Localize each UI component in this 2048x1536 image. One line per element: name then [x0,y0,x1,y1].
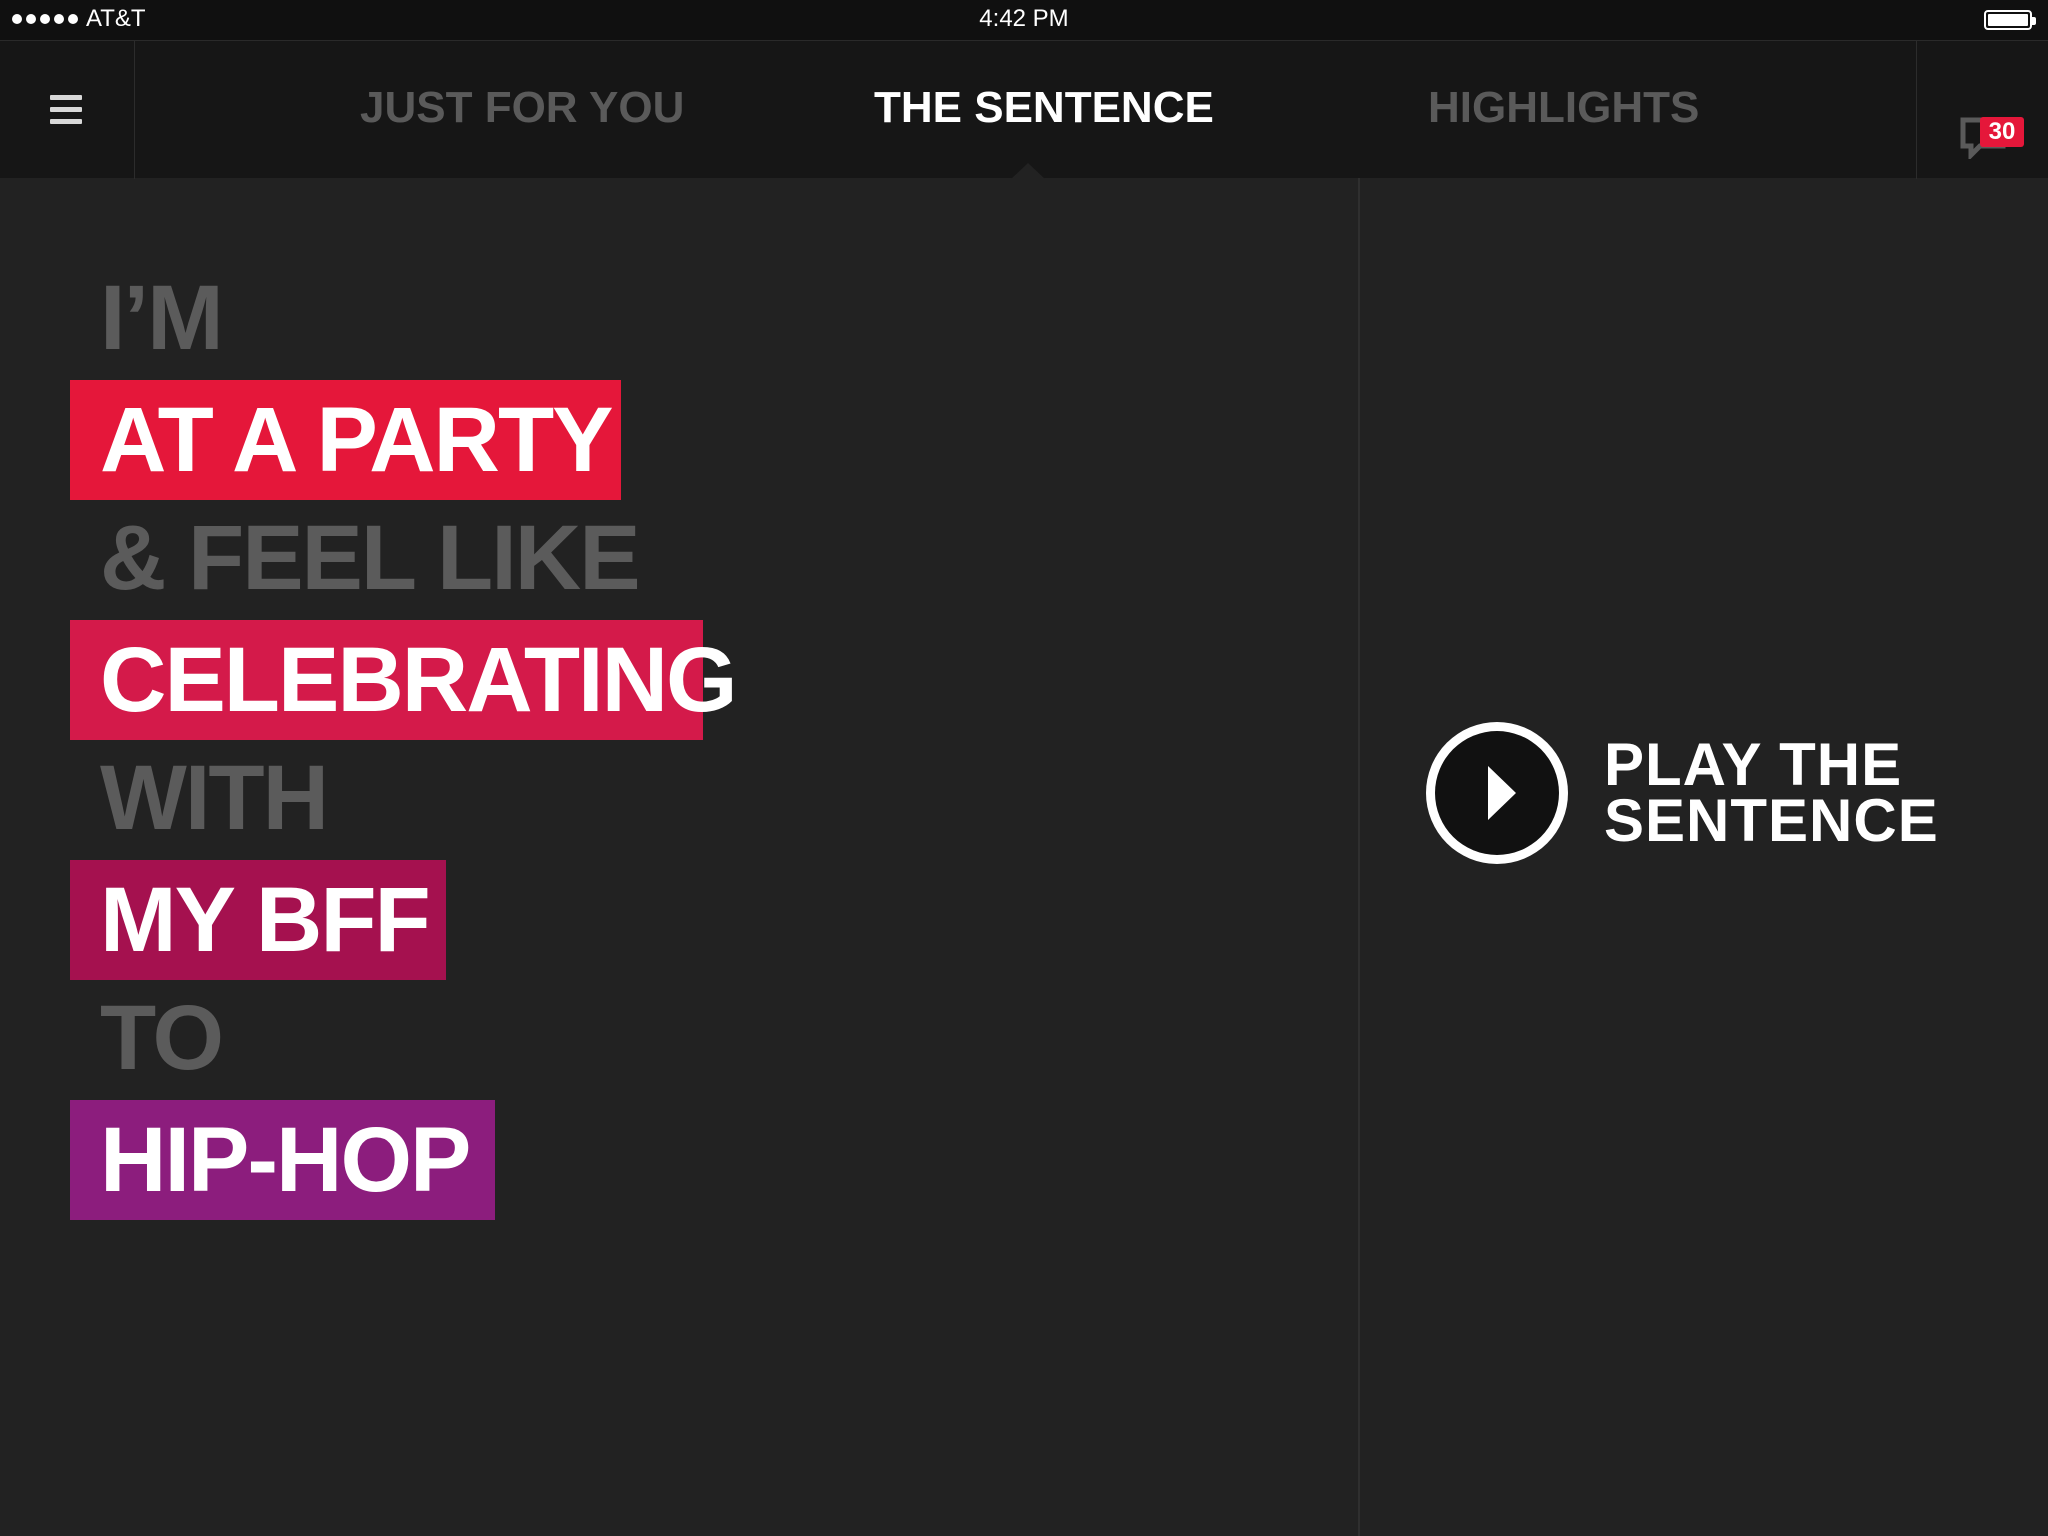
genre-option[interactable]: HIP-HOP [70,1100,495,1220]
active-tab-indicator [1010,163,1046,180]
place-option[interactable]: AT A PARTY [70,380,621,500]
sentence-static-word: & FEEL LIKE [100,507,641,609]
sentence-static-word: WITH [100,747,329,849]
genre-option-label: HIP-HOP [100,1109,471,1211]
mood-option[interactable]: CELEBRATING [70,620,738,740]
sentence-static-word: I’M [100,267,224,369]
nav-divider [1916,41,1917,179]
status-bar: AT&T 4:42 PM [0,0,2048,40]
tab-just-for-you[interactable]: JUST FOR YOU [360,83,684,133]
play-sentence-label: PLAY THE SENTENCE [1604,731,1939,854]
menu-icon[interactable] [50,95,82,125]
tab-highlights[interactable]: HIGHLIGHTS [1428,83,1699,133]
companion-option[interactable]: MY BFF [70,860,446,980]
tab-the-sentence[interactable]: THE SENTENCE [874,83,1214,133]
top-nav-bar: JUST FOR YOU THE SENTENCE HIGHLIGHTS 30 [0,40,2048,180]
play-label-line-1: PLAY THE [1604,731,1903,798]
panel-divider [1358,178,1360,1536]
notification-badge: 30 [1980,117,2024,147]
battery-icon [1984,10,2036,30]
mood-option-label: CELEBRATING [100,629,738,731]
play-icon [1426,722,1568,864]
play-sentence-button[interactable]: PLAY THE SENTENCE [1426,722,1939,864]
play-label-line-2: SENTENCE [1604,787,1939,854]
status-time: 4:42 PM [979,5,1069,32]
place-option-label: AT A PARTY [100,389,614,491]
sentence-static-word: TO [100,987,224,1089]
messages-button[interactable]: 30 [1960,89,2024,159]
nav-divider [134,41,135,179]
companion-option-label: MY BFF [100,869,431,971]
